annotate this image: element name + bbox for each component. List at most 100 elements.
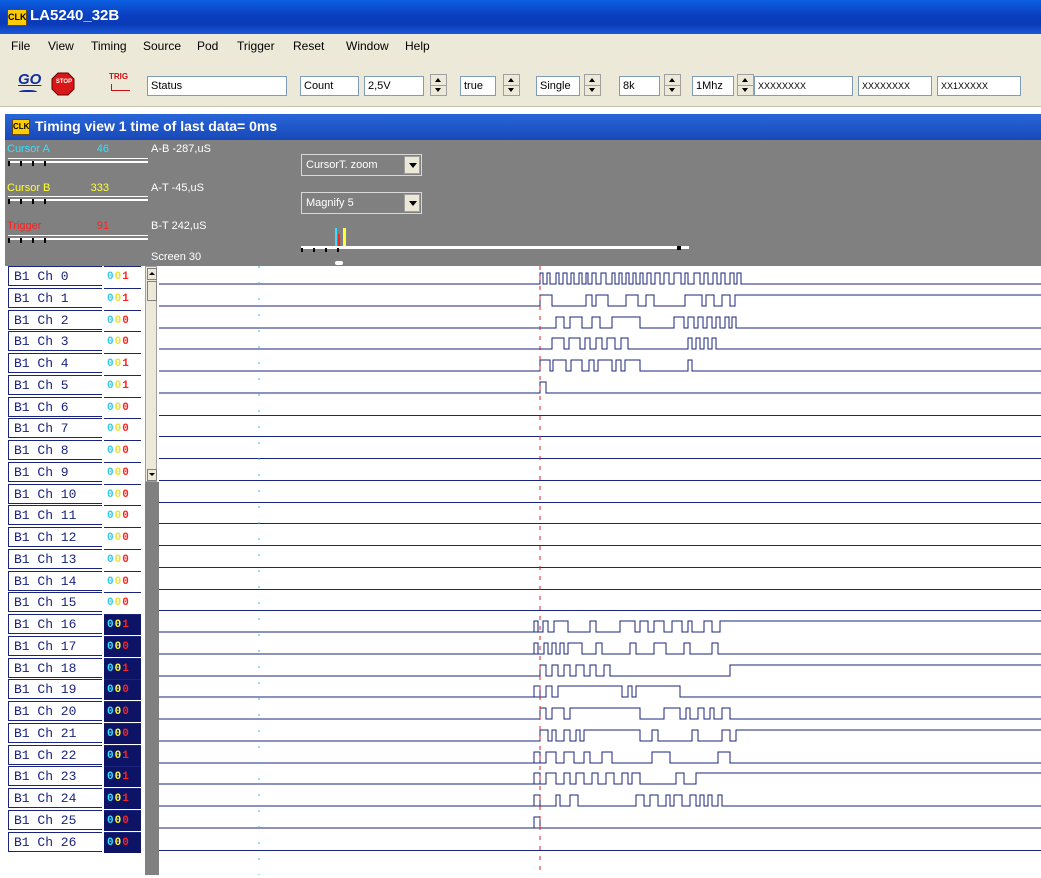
channel-state: 000 (104, 418, 141, 439)
channel-state: 000 (104, 723, 141, 744)
channel-state: 001 (104, 766, 141, 787)
channel-label[interactable]: B1 Ch 4 (8, 353, 102, 373)
channel-state: 001 (104, 353, 141, 374)
channel-state: 000 (104, 832, 141, 853)
depth-spinner[interactable] (664, 74, 681, 96)
channel-label[interactable]: B1 Ch 15 (8, 592, 102, 612)
channel-label[interactable]: B1 Ch 26 (8, 832, 102, 852)
channel-label[interactable]: B1 Ch 7 (8, 418, 102, 438)
channel-waveform (159, 816, 1041, 829)
menu-reset[interactable]: Reset (293, 39, 324, 53)
ab-delta: A-B -287,uS (151, 143, 211, 155)
channel-state: 000 (104, 592, 141, 613)
overview-slider[interactable] (301, 244, 689, 252)
frequency-field[interactable]: 1Mhz (692, 76, 734, 96)
menu-file[interactable]: File (11, 39, 30, 53)
channel-label[interactable]: B1 Ch 8 (8, 440, 102, 460)
scroll-up-icon[interactable] (147, 268, 157, 280)
pattern-field-2[interactable]: XXXXXXXX (858, 76, 932, 96)
channel-state: 000 (104, 679, 141, 700)
channel-label[interactable]: B1 Ch 13 (8, 549, 102, 569)
channel-waveform (159, 316, 1041, 329)
menu-trigger[interactable]: Trigger (237, 39, 275, 53)
channel-label[interactable]: B1 Ch 3 (8, 331, 102, 351)
pattern-field-3[interactable]: XX1XXXXX (937, 76, 1021, 96)
magnify-dropdown[interactable]: Magnify 5 (301, 192, 422, 214)
cursor-a-slider[interactable] (8, 158, 148, 166)
channel-label[interactable]: B1 Ch 0 (8, 266, 102, 286)
trig-button[interactable]: TRIG (109, 70, 133, 98)
channel-state: 000 (104, 810, 141, 831)
voltage-spinner[interactable] (430, 74, 447, 96)
cursor-b-slider[interactable] (8, 196, 148, 204)
channel-state: 000 (104, 505, 141, 526)
stop-button[interactable]: STOP (51, 70, 77, 98)
scroll-thumb[interactable] (147, 281, 157, 301)
channel-waveform (159, 620, 1041, 633)
overview-thumb[interactable] (335, 261, 343, 265)
trig-icon: TRIG (109, 72, 129, 81)
channel-state: 000 (104, 310, 141, 331)
channel-label[interactable]: B1 Ch 2 (8, 310, 102, 330)
bt-delta: B-T 242,uS (151, 220, 207, 232)
channel-label[interactable]: B1 Ch 11 (8, 505, 102, 525)
channel-label[interactable]: B1 Ch 22 (8, 745, 102, 765)
channel-label[interactable]: B1 Ch 14 (8, 571, 102, 591)
cursor-zoom-dropdown[interactable]: CursorT. zoom (301, 154, 422, 176)
channel-label[interactable]: B1 Ch 12 (8, 527, 102, 547)
menu-timing[interactable]: Timing (91, 39, 127, 53)
menu-help[interactable]: Help (405, 39, 430, 53)
bool-field[interactable]: true (460, 76, 496, 96)
cursor-a-value: 46 (96, 143, 109, 155)
go-button[interactable]: GO (16, 70, 42, 98)
channel-list: B1 Ch 0 001 B1 Ch 1 001 B1 Ch 2 000 B1 Ch 3 000… (8, 266, 141, 875)
channel-gutter (145, 482, 159, 875)
channel-label[interactable]: B1 Ch 18 (8, 658, 102, 678)
waveform-display[interactable] (159, 266, 1041, 875)
channel-state: 001 (104, 788, 141, 809)
cursor-b-marker (343, 228, 346, 246)
channel-scrollbar[interactable] (145, 266, 157, 482)
trigger-slider[interactable] (8, 235, 148, 243)
channel-label[interactable]: B1 Ch 1 (8, 288, 102, 308)
waveform-canvas (159, 266, 1041, 875)
voltage-field[interactable]: 2,5V (364, 76, 424, 96)
timing-view-title: Timing view 1 time of last data= 0ms (35, 118, 278, 134)
channel-label[interactable]: B1 Ch 23 (8, 766, 102, 786)
channel-label[interactable]: B1 Ch 9 (8, 462, 102, 482)
channel-state: 001 (104, 745, 141, 766)
channel-state: 001 (104, 658, 141, 679)
chevron-down-icon (404, 194, 420, 212)
menu-pod[interactable]: Pod (197, 39, 218, 53)
channel-waveform (159, 642, 1041, 655)
menu-view[interactable]: View (48, 39, 74, 53)
scroll-down-icon[interactable] (147, 469, 157, 481)
menu-source[interactable]: Source (143, 39, 181, 53)
pattern-field-1[interactable]: XXXXXXXX (754, 76, 853, 96)
channel-state: 000 (104, 462, 141, 483)
channel-label[interactable]: B1 Ch 24 (8, 788, 102, 808)
channel-label[interactable]: B1 Ch 20 (8, 701, 102, 721)
channel-label[interactable]: B1 Ch 6 (8, 397, 102, 417)
menu-window[interactable]: Window (346, 39, 389, 53)
channel-label[interactable]: B1 Ch 17 (8, 636, 102, 656)
go-icon: GO (18, 71, 42, 88)
depth-field[interactable]: 8k (619, 76, 660, 96)
channel-label[interactable]: B1 Ch 21 (8, 723, 102, 743)
channel-state: 000 (104, 440, 141, 461)
capture-mode-field[interactable]: Single (536, 76, 580, 96)
bool-spinner[interactable] (503, 74, 520, 96)
channel-waveform (159, 294, 1041, 307)
channel-label[interactable]: B1 Ch 16 (8, 614, 102, 634)
channel-label[interactable]: B1 Ch 25 (8, 810, 102, 830)
capture-mode-spinner[interactable] (584, 74, 601, 96)
frequency-spinner[interactable] (737, 74, 754, 96)
channel-state: 000 (104, 527, 141, 548)
channel-waveform (159, 685, 1041, 698)
channel-label[interactable]: B1 Ch 19 (8, 679, 102, 699)
at-delta: A-T -45,uS (151, 182, 204, 194)
channel-waveform (159, 272, 1041, 285)
channel-label[interactable]: B1 Ch 5 (8, 375, 102, 395)
channel-label[interactable]: B1 Ch 10 (8, 484, 102, 504)
cursor-a-label: Cursor A (7, 143, 50, 155)
